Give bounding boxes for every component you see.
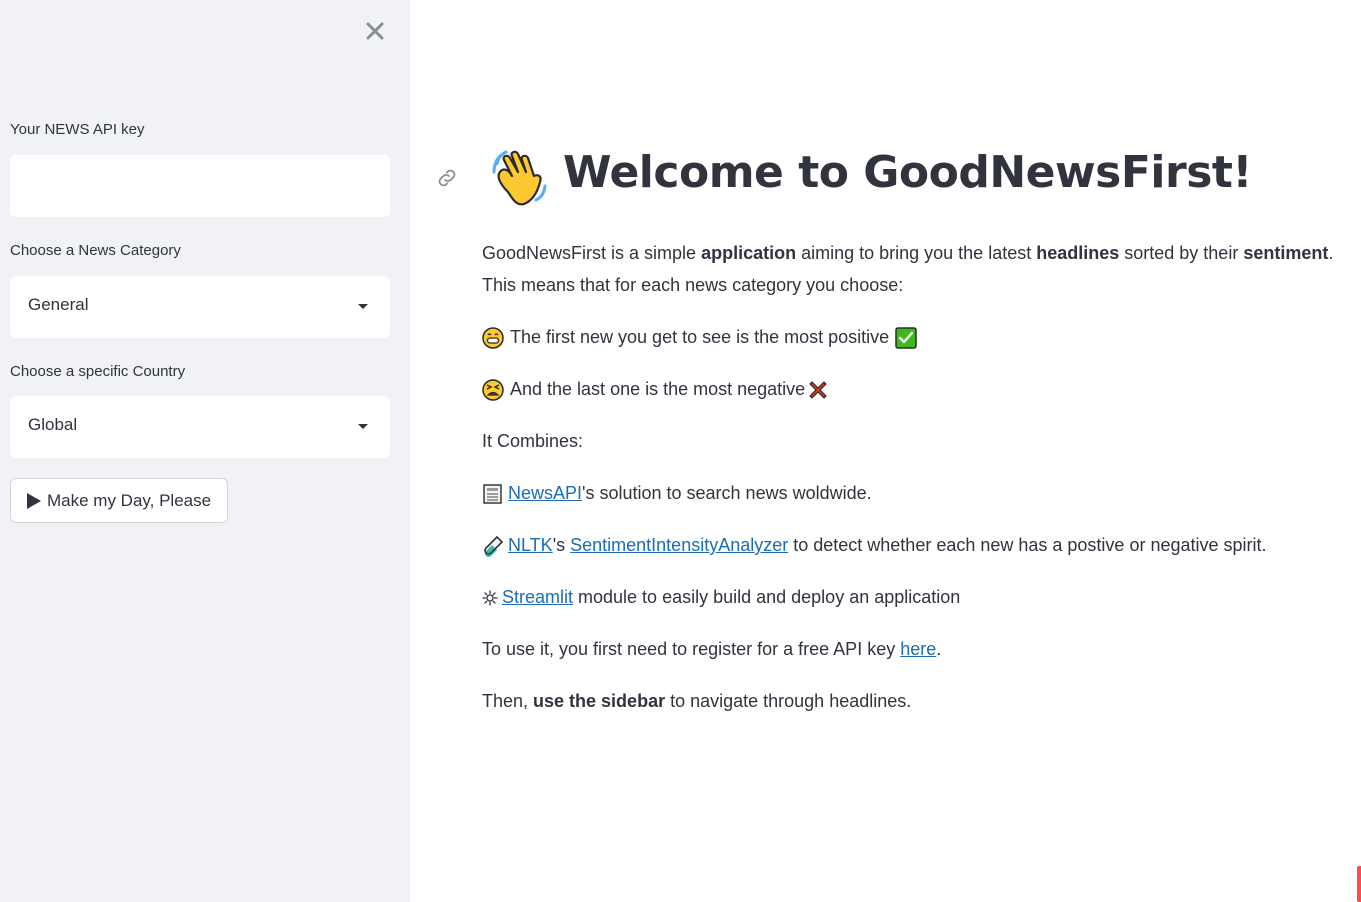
streamlit-link[interactable]: Streamlit (502, 587, 573, 607)
positive-line: The first new you get to see is the most… (482, 321, 917, 353)
sidebar-instruction-line: Then, use the sidebar to navigate throug… (482, 691, 912, 711)
register-line: To use it, you first need to register fo… (482, 633, 941, 665)
sidebar: Your NEWS API key Choose a News Category… (0, 0, 410, 902)
nltk-link[interactable]: NLTK (508, 535, 553, 555)
gear-icon (482, 590, 498, 606)
newsapi-line-text: 's solution to search news woldwide. (582, 483, 872, 503)
close-icon[interactable] (364, 20, 386, 42)
combines-heading: It Combines: (482, 431, 584, 451)
make-my-day-button[interactable]: Make my Day, Please (10, 478, 229, 523)
register-line-end: . (936, 639, 942, 659)
register-here-link[interactable]: here (900, 639, 936, 659)
positive-line-text: The first new you get to see is the most… (510, 327, 890, 347)
scrollbar-indicator[interactable] (1357, 866, 1361, 902)
api-key-label: Your NEWS API key (10, 121, 145, 138)
category-selected-value: General (28, 295, 89, 314)
chevron-down-icon (358, 304, 368, 309)
tired-face-icon (482, 379, 504, 401)
newsapi-line: NewsAPI's solution to search news woldwi… (482, 477, 872, 509)
test-tube-icon (484, 536, 503, 558)
waving-hand-icon (492, 150, 547, 206)
page-title: Welcome to GoodNewsFirst! (563, 147, 1253, 198)
api-key-input[interactable] (10, 155, 390, 217)
category-label: Choose a News Category (10, 242, 181, 259)
register-line-text: To use it, you first need to register fo… (482, 639, 901, 659)
check-mark-icon (895, 327, 917, 349)
sentiment-analyzer-link[interactable]: SentimentIntensityAnalyzer (570, 535, 788, 555)
negative-line-text: And the last one is the most negative (510, 379, 806, 399)
cross-mark-icon (809, 381, 827, 399)
chevron-down-icon (358, 424, 368, 429)
newsapi-link[interactable]: NewsAPI (508, 483, 582, 503)
streamlit-line-text: module to easily build and deploy an app… (573, 587, 961, 607)
nltk-line: NLTK's SentimentIntensityAnalyzer to det… (482, 529, 1267, 561)
newspaper-icon (483, 484, 502, 504)
intro-paragraph: GoodNewsFirst is a simple application ai… (482, 243, 1334, 295)
nltk-possessive: 's (552, 535, 571, 555)
make-my-day-button-label: Make my Day, Please (47, 490, 212, 510)
country-select[interactable]: Global (10, 396, 390, 458)
play-icon (27, 492, 41, 509)
country-selected-value: Global (28, 415, 78, 434)
nltk-line-text: to detect whether each new has a postive… (788, 535, 1267, 555)
category-select[interactable]: General (10, 276, 390, 338)
link-icon[interactable] (435, 166, 459, 190)
streamlit-line: Streamlit module to easily build and dep… (482, 581, 960, 613)
main-content: Welcome to GoodNewsFirst! GoodNewsFirst … (410, 0, 1361, 902)
grinning-face-icon (482, 327, 504, 349)
negative-line: And the last one is the most negative (482, 373, 829, 405)
country-label: Choose a specific Country (10, 363, 186, 380)
